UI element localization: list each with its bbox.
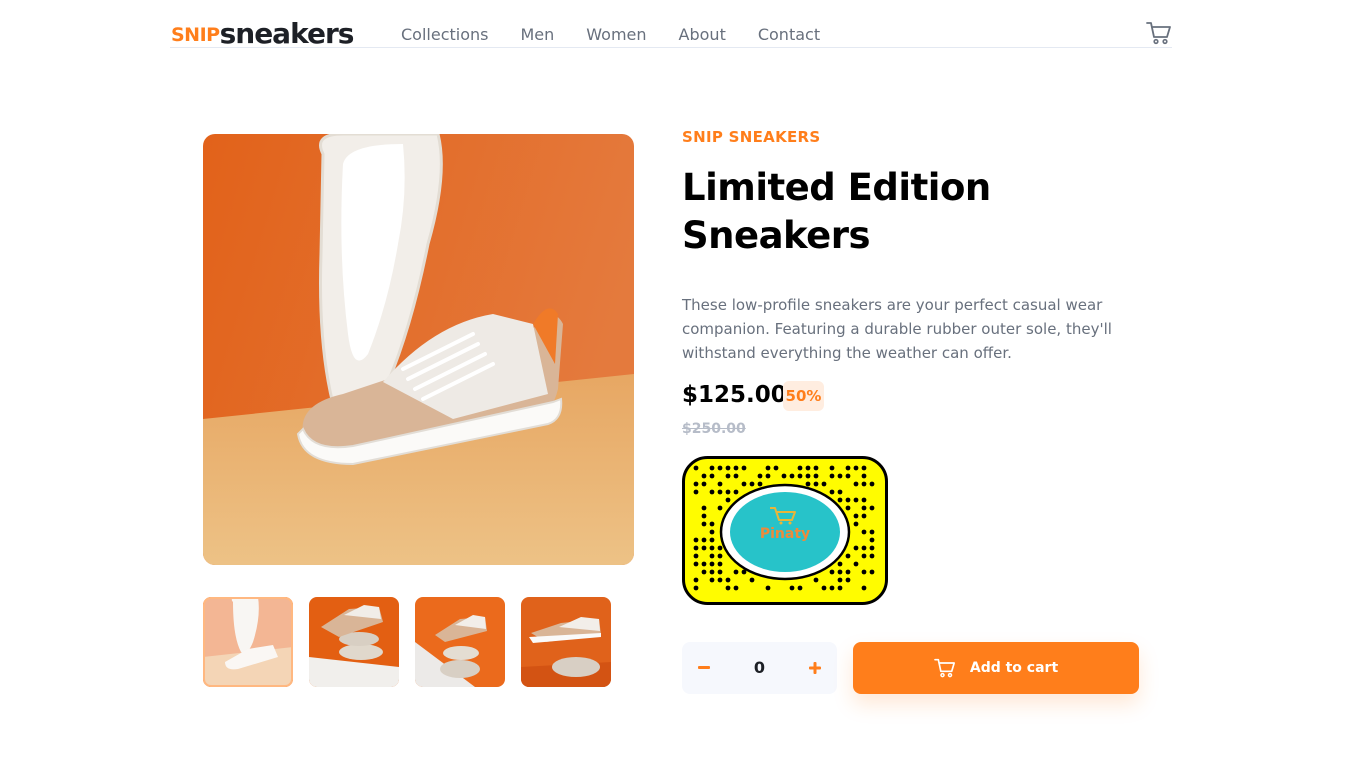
company-name: SNIP SNEAKERS xyxy=(682,128,821,146)
original-price: $250.00 xyxy=(682,421,746,437)
main-nav: Collections Men Women About Contact xyxy=(401,25,820,45)
discount-badge: 50% xyxy=(783,381,824,411)
cart-icon xyxy=(934,658,955,678)
thumbnail-image xyxy=(415,597,505,687)
sneaker-photo xyxy=(203,134,634,565)
nav-link-collections[interactable]: Collections xyxy=(401,25,488,45)
product-description: These low-profile sneakers are your perf… xyxy=(682,296,1112,362)
decrease-quantity-button[interactable] xyxy=(682,642,726,694)
add-to-cart-button[interactable]: Add to cart xyxy=(853,642,1139,694)
increase-quantity-button[interactable] xyxy=(793,642,837,694)
logo-sneakers-text: sneakers xyxy=(219,17,355,50)
thumbnail-image xyxy=(309,597,399,687)
snapcode-image[interactable]: Pinaty xyxy=(682,456,888,605)
snapcode-label: Pinaty xyxy=(760,526,810,542)
add-to-cart-label: Add to cart xyxy=(969,660,1059,676)
thumbnail-1[interactable] xyxy=(203,597,293,687)
minus-icon xyxy=(698,666,710,669)
nav-link-women[interactable]: Women xyxy=(586,25,646,45)
thumbnail-strip xyxy=(203,597,611,687)
quantity-stepper: 0 xyxy=(682,642,837,694)
product-title: Limited Edition Sneakers xyxy=(682,166,991,257)
cart-icon[interactable] xyxy=(1146,21,1172,45)
thumbnail-image xyxy=(521,597,611,687)
thumbnail-3[interactable] xyxy=(415,597,505,687)
current-price: $125.00 xyxy=(682,382,787,408)
thumbnail-image xyxy=(203,597,293,687)
main-product-image[interactable] xyxy=(203,134,634,565)
nav-link-contact[interactable]: Contact xyxy=(758,25,820,45)
nav-link-men[interactable]: Men xyxy=(520,25,554,45)
logo-snip-text: SNIP xyxy=(171,24,220,46)
site-header: SNIPsneakers Collections Men Women About… xyxy=(170,0,1172,48)
quantity-value[interactable]: 0 xyxy=(726,642,793,694)
thumbnail-4[interactable] xyxy=(521,597,611,687)
thumbnail-2[interactable] xyxy=(309,597,399,687)
nav-link-about[interactable]: About xyxy=(679,25,726,45)
plus-icon xyxy=(809,662,821,674)
logo[interactable]: SNIPsneakers xyxy=(171,17,355,50)
